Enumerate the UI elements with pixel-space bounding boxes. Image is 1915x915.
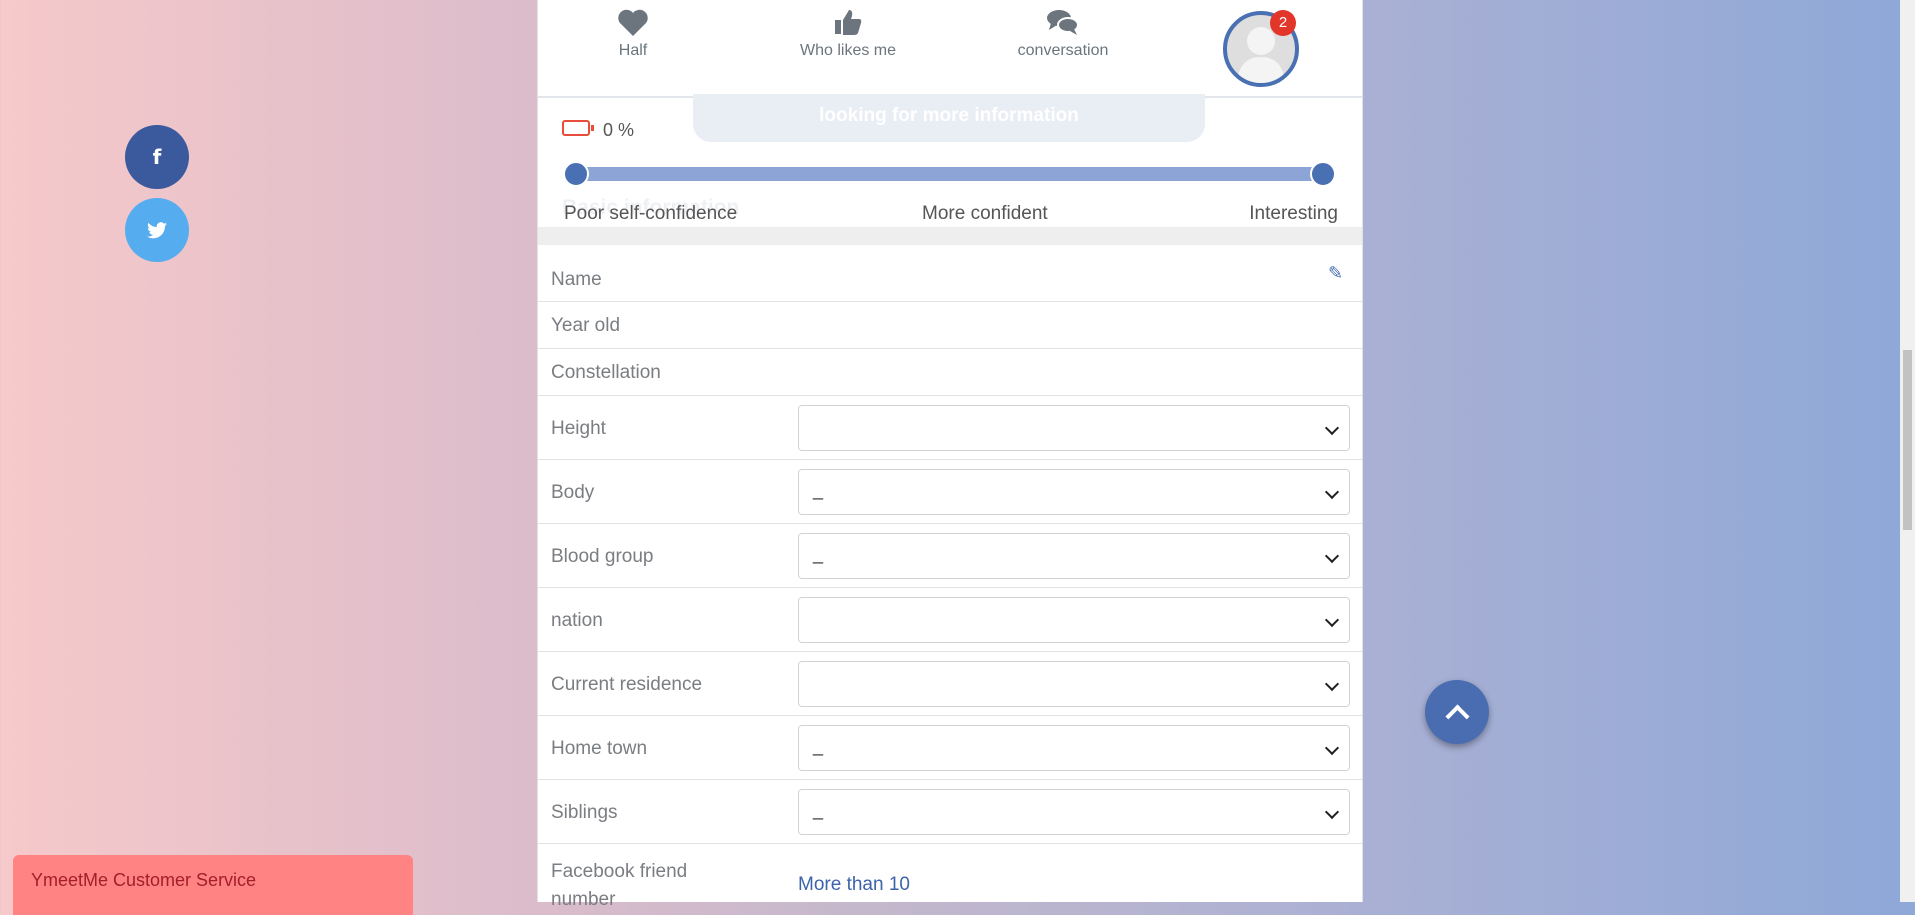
chevron-down-icon: [1324, 548, 1340, 564]
nation-select[interactable]: [798, 597, 1350, 643]
home-town-label: Home town: [551, 738, 648, 759]
completion-percent: 0 %: [603, 120, 635, 140]
nav-who-likes-me[interactable]: Who likes me: [768, 8, 928, 60]
constellation-row: Constellation: [538, 349, 1362, 396]
chat-bubbles-icon: [988, 8, 1138, 42]
nav-who-likes-me-label: Who likes me: [799, 42, 897, 59]
constellation-label: Constellation: [551, 362, 661, 383]
siblings-select[interactable]: _: [798, 789, 1350, 835]
thumbs-up-icon: [768, 8, 928, 42]
current-residence-row: Current residence: [538, 652, 1362, 716]
siblings-label: Siblings: [551, 802, 618, 823]
nav-half-label: Half: [618, 42, 648, 59]
battery-icon: [562, 120, 594, 136]
body-value: _: [813, 480, 824, 500]
blood-group-label: Blood group: [551, 546, 654, 567]
home-town-row: Home town _: [538, 716, 1362, 780]
siblings-value: _: [813, 800, 824, 820]
body-row: Body _: [538, 460, 1362, 524]
facebook-share-button[interactable]: f: [125, 125, 189, 189]
slider-min-handle[interactable]: [563, 161, 589, 187]
section-divider: [538, 227, 1362, 245]
slider-max-handle[interactable]: [1310, 161, 1336, 187]
twitter-icon: [147, 221, 167, 238]
age-row: Year old: [538, 302, 1362, 349]
name-row: Name: [538, 245, 1362, 302]
facebook-icon: f: [152, 145, 162, 169]
height-select[interactable]: [798, 405, 1350, 451]
more-info-button[interactable]: looking for more information: [693, 94, 1205, 142]
edit-pencil-icon[interactable]: ✎: [1328, 263, 1343, 284]
page-scrollbar[interactable]: [1900, 0, 1915, 902]
body-select[interactable]: _: [798, 469, 1350, 515]
home-town-select[interactable]: _: [798, 725, 1350, 771]
customer-service-label: YmeetMe Customer Service: [31, 870, 257, 890]
height-label: Height: [551, 418, 606, 439]
current-residence-label: Current residence: [551, 674, 703, 695]
height-row: Height: [538, 396, 1362, 460]
facebook-friends-value[interactable]: More than 10: [798, 874, 910, 896]
chevron-down-icon: [1324, 420, 1340, 436]
facebook-friends-label: Facebook friend number: [551, 861, 688, 910]
siblings-row: Siblings _: [538, 780, 1362, 844]
profile-panel: Half Who likes me conversation 2 looking…: [537, 0, 1363, 910]
nation-label: nation: [551, 610, 603, 631]
body-label: Body: [551, 482, 595, 503]
chevron-down-icon: [1324, 676, 1340, 692]
notification-badge: 2: [1270, 10, 1296, 36]
nav-half[interactable]: Half: [583, 8, 683, 60]
current-residence-select[interactable]: [798, 661, 1350, 707]
scrollbar-thumb[interactable]: [1903, 350, 1912, 530]
chevron-down-icon: [1324, 612, 1340, 628]
scroll-to-top-button[interactable]: [1425, 680, 1489, 744]
slider-label-low: Poor self-confidence: [564, 203, 738, 224]
nation-row: nation: [538, 588, 1362, 652]
slider-label-high: Interesting: [1249, 203, 1338, 224]
home-town-value: _: [813, 736, 824, 756]
confidence-slider[interactable]: [576, 167, 1323, 181]
nav-conversation[interactable]: conversation: [988, 8, 1138, 60]
top-nav: Half Who likes me conversation 2: [538, 0, 1362, 98]
nav-conversation-label: conversation: [1017, 42, 1109, 59]
customer-service-bar[interactable]: YmeetMe Customer Service: [13, 855, 413, 915]
age-label: Year old: [551, 315, 621, 336]
blood-group-row: Blood group _: [538, 524, 1362, 588]
chevron-down-icon: [1324, 804, 1340, 820]
slider-label-mid: More confident: [922, 203, 1048, 224]
chevron-up-icon: [1444, 703, 1470, 729]
blood-group-select[interactable]: _: [798, 533, 1350, 579]
heart-icon: [583, 8, 683, 42]
name-label: Name: [551, 269, 602, 290]
twitter-share-button[interactable]: [125, 198, 189, 262]
blood-group-value: _: [813, 544, 824, 564]
chevron-down-icon: [1324, 740, 1340, 756]
chevron-down-icon: [1324, 484, 1340, 500]
